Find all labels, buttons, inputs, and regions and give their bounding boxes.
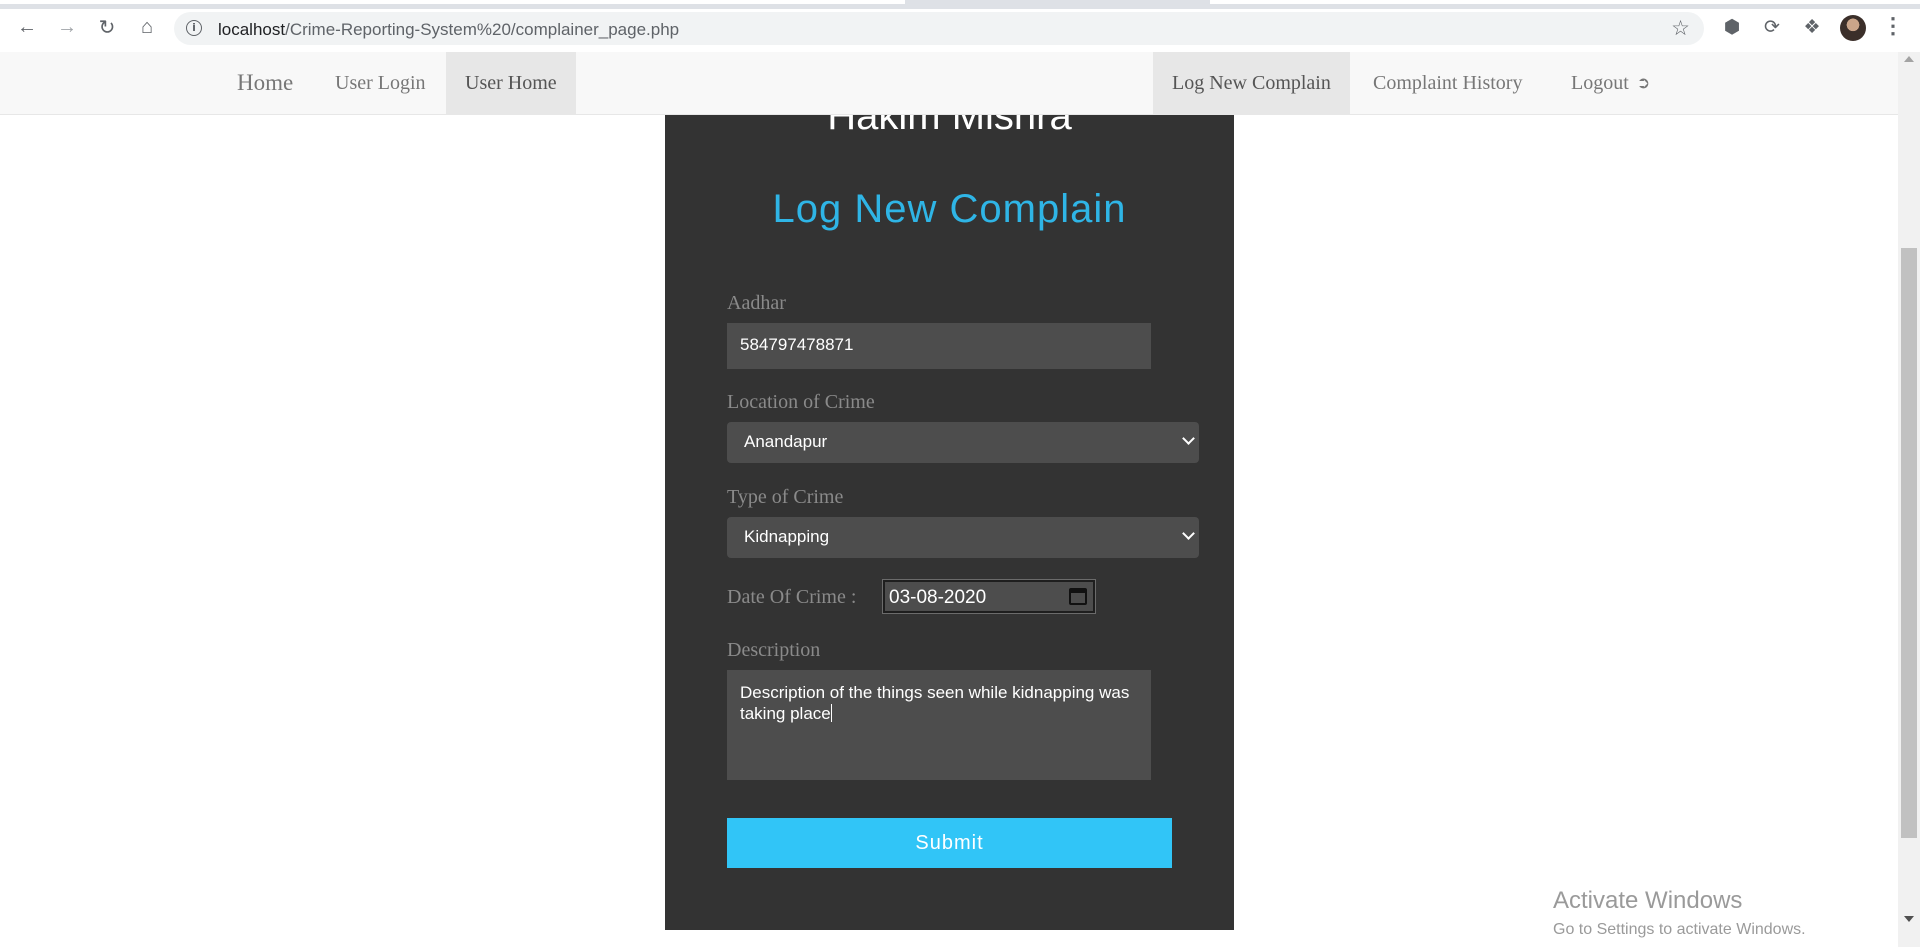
reload-icon[interactable]: ↻ xyxy=(89,9,125,45)
activate-windows-title: Activate Windows xyxy=(1553,887,1743,914)
aadhar-label: Aadhar xyxy=(727,292,786,314)
text-caret xyxy=(830,704,832,722)
tab-edge xyxy=(1210,0,1920,4)
forward-icon[interactable]: → xyxy=(49,9,85,45)
url-text[interactable]: localhost/Crime-Reporting-System%20/comp… xyxy=(218,20,679,40)
chevron-down-icon xyxy=(1182,527,1195,540)
date-value: 03-08-2020 xyxy=(889,587,987,608)
chevron-down-icon xyxy=(1182,432,1195,445)
nav-logout[interactable]: Logout ➲ xyxy=(1552,52,1669,114)
page-scrollbar[interactable] xyxy=(1898,52,1920,947)
back-icon[interactable]: ← xyxy=(9,9,45,45)
date-input[interactable]: 03-08-2020 xyxy=(882,579,1096,614)
nav-user-login[interactable]: User Login xyxy=(316,52,445,114)
star-icon[interactable]: ☆ xyxy=(1671,16,1690,41)
site-navbar: Home User Login User Home Log New Compla… xyxy=(0,52,1898,115)
description-textarea[interactable]: Description of the things seen while kid… xyxy=(727,670,1151,780)
url-path: /Crime-Reporting-System%20/complainer_pa… xyxy=(285,20,680,39)
nav-user-home[interactable]: User Home xyxy=(446,52,576,114)
sync-icon[interactable]: ⟳ xyxy=(1756,11,1788,43)
scroll-down-arrow-icon[interactable] xyxy=(1904,916,1914,922)
crime-type-select[interactable]: Kidnapping xyxy=(727,517,1199,558)
location-select[interactable]: Anandapur xyxy=(727,422,1199,463)
logout-label: Logout xyxy=(1571,72,1629,94)
url-host: localhost xyxy=(218,20,286,39)
aadhar-input[interactable]: 584797478871 xyxy=(727,323,1151,369)
nav-complaint-history[interactable]: Complaint History xyxy=(1354,52,1541,114)
activate-windows-subtitle: Go to Settings to activate Windows. xyxy=(1553,921,1806,938)
browser-tab-strip xyxy=(0,0,1920,9)
location-selected-value: Anandapur xyxy=(744,432,828,451)
nav-log-new-complain[interactable]: Log New Complain xyxy=(1153,52,1350,114)
description-text: Description of the things seen while kid… xyxy=(740,683,1130,723)
address-bar[interactable]: i localhost/Crime-Reporting-System%20/co… xyxy=(174,12,1704,45)
calendar-icon[interactable] xyxy=(1069,588,1087,605)
complaint-panel: Hakim Mishra Log New Complain Aadhar 584… xyxy=(665,90,1234,930)
date-label: Date Of Crime : xyxy=(727,586,857,608)
crime-type-label: Type of Crime xyxy=(727,486,844,508)
extension-cube-icon[interactable]: ⬢ xyxy=(1716,11,1748,43)
submit-button[interactable]: Submit xyxy=(727,818,1172,868)
logout-icon: ➲ xyxy=(1636,73,1651,92)
crime-type-selected-value: Kidnapping xyxy=(744,527,830,546)
tab-edge xyxy=(0,0,905,4)
puzzle-icon[interactable]: ❖ xyxy=(1796,11,1828,43)
scroll-up-arrow-icon[interactable] xyxy=(1904,56,1914,62)
scroll-thumb[interactable] xyxy=(1901,248,1917,838)
location-label: Location of Crime xyxy=(727,391,875,413)
page-title: Log New Complain xyxy=(772,187,1127,231)
info-icon[interactable]: i xyxy=(186,20,202,36)
description-label: Description xyxy=(727,639,821,661)
browser-toolbar: ← → ↻ ⌂ i localhost/Crime-Reporting-Syst… xyxy=(0,9,1920,53)
profile-avatar[interactable] xyxy=(1840,15,1866,41)
kebab-menu-icon[interactable]: ⋮ xyxy=(1882,13,1904,39)
nav-home[interactable]: Home xyxy=(218,52,312,114)
home-icon[interactable]: ⌂ xyxy=(129,9,165,45)
